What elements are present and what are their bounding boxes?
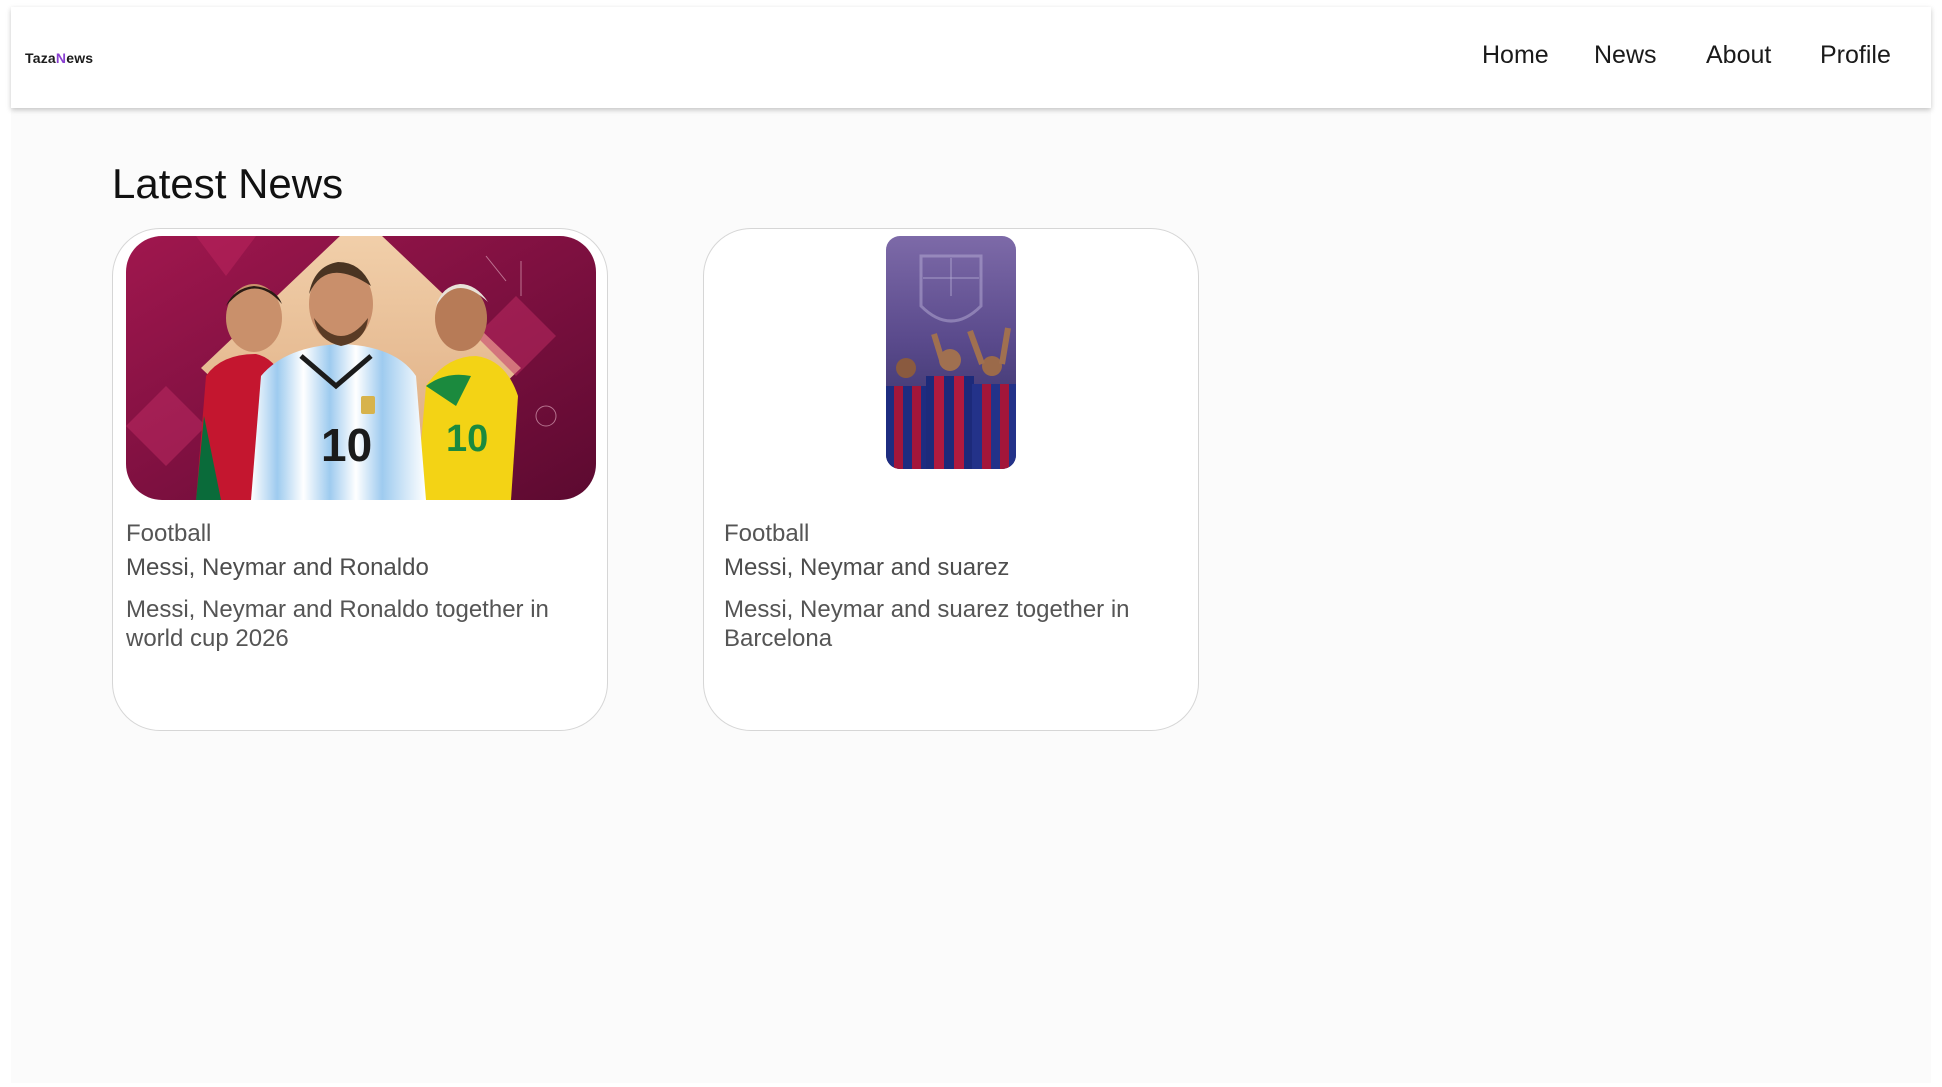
navbar: TazaNews Home News About Profile bbox=[11, 7, 1931, 108]
news-headline[interactable]: Messi, Neymar and Ronaldo bbox=[126, 554, 429, 582]
svg-text:10: 10 bbox=[446, 418, 488, 460]
nav-news[interactable]: News bbox=[1594, 41, 1657, 70]
football-players-photo: 10 10 bbox=[126, 236, 596, 500]
news-summary: Messi, Neymar and suarez together in Bar… bbox=[724, 596, 1130, 652]
logo-text-accent: N bbox=[55, 50, 67, 66]
nav-about[interactable]: About bbox=[1706, 41, 1771, 70]
logo-text-rest: ews bbox=[66, 50, 94, 66]
news-card[interactable]: 10 10 Football Messi, Neymar and Ronaldo… bbox=[112, 228, 608, 731]
logo-text-first: Taza bbox=[25, 50, 56, 66]
svg-text:10: 10 bbox=[321, 419, 372, 471]
news-card-image: 10 10 bbox=[126, 236, 596, 500]
news-headline[interactable]: Messi, Neymar and suarez bbox=[724, 554, 1009, 582]
news-category: Football bbox=[724, 520, 810, 547]
news-category: Football bbox=[126, 520, 212, 547]
nav-home[interactable]: Home bbox=[1482, 41, 1549, 70]
barcelona-players-photo bbox=[886, 236, 1016, 469]
page: TazaNews Home News About Profile Latest … bbox=[11, 7, 1931, 1083]
news-card[interactable]: Football Messi, Neymar and suarez Messi,… bbox=[703, 228, 1199, 731]
news-summary: Messi, Neymar and Ronaldo together in wo… bbox=[126, 596, 549, 652]
page-title: Latest News bbox=[112, 160, 344, 207]
logo[interactable]: TazaNews bbox=[25, 50, 93, 66]
nav-profile[interactable]: Profile bbox=[1820, 41, 1891, 70]
news-card-image bbox=[886, 236, 1016, 469]
